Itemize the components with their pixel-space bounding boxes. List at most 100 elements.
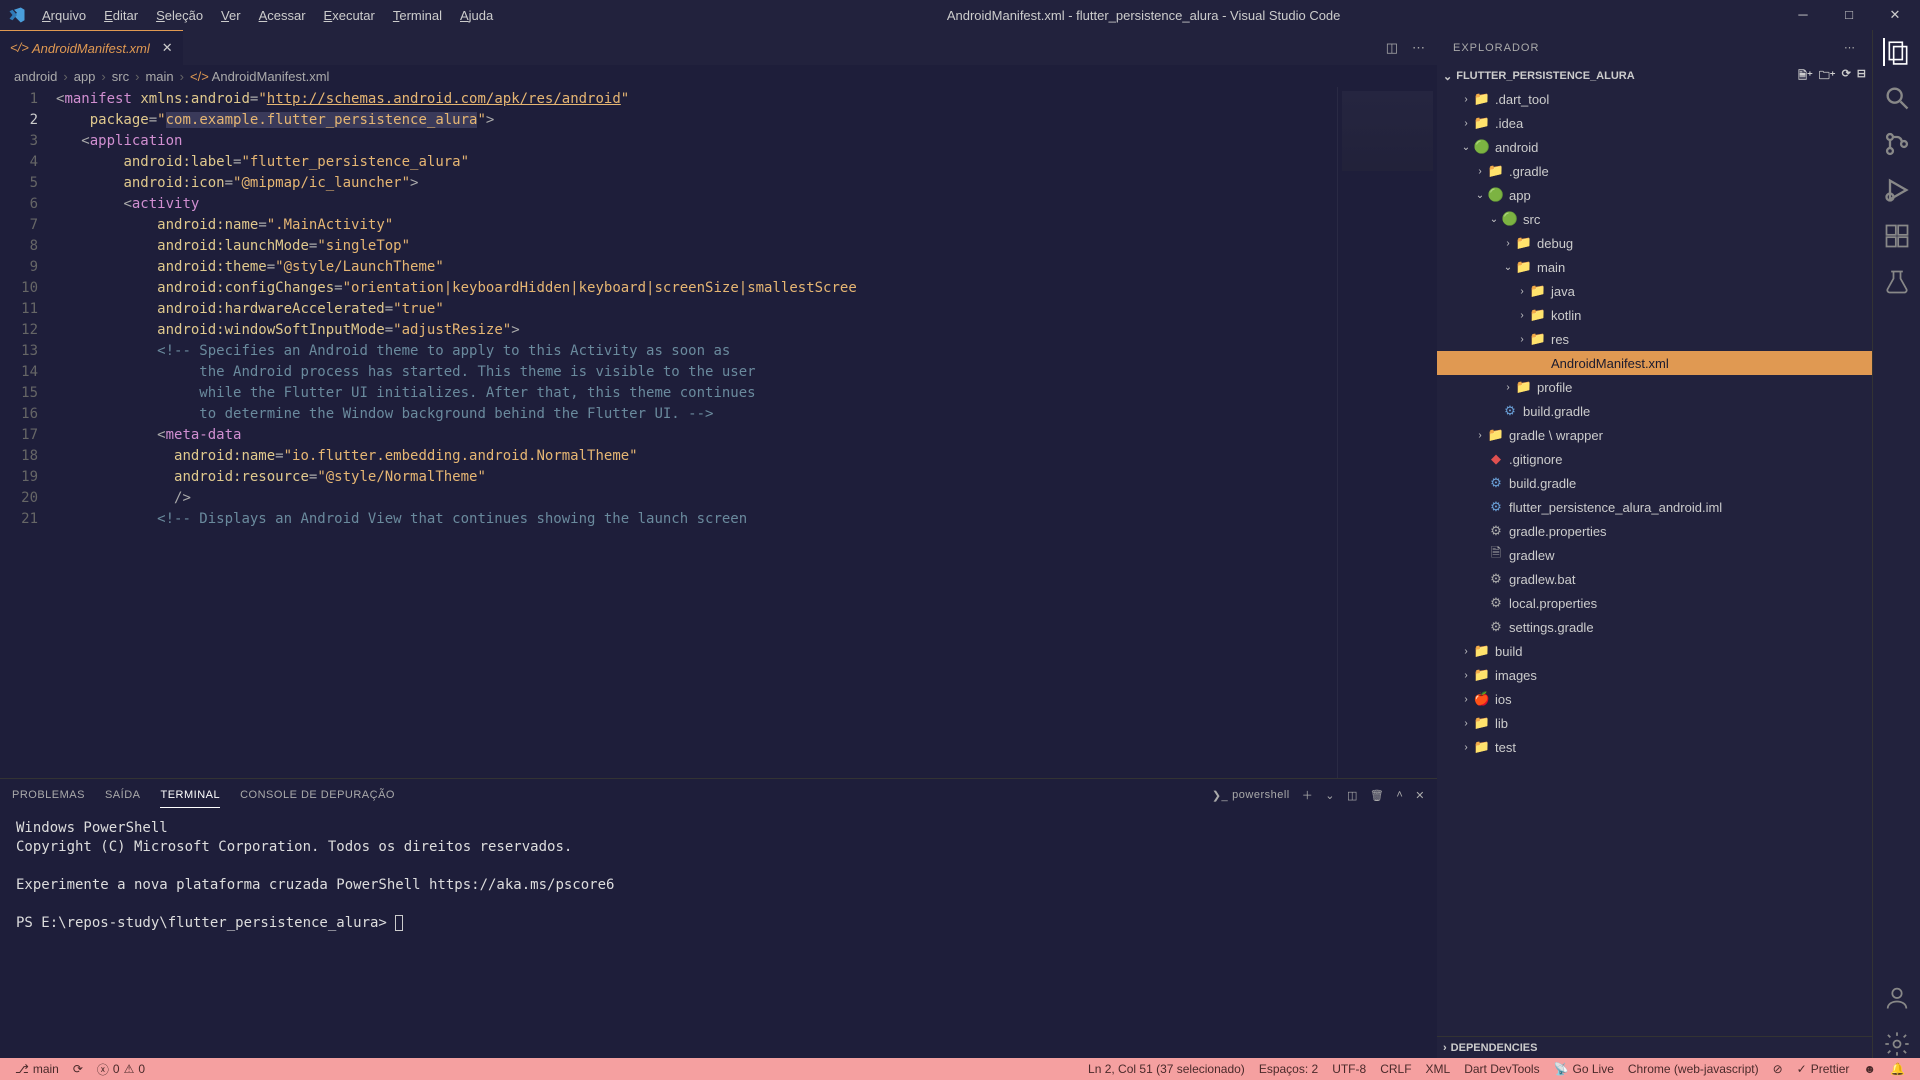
new-file-icon[interactable]: 🗎⁺	[1798, 67, 1813, 86]
testing-icon[interactable]	[1883, 268, 1911, 296]
breadcrumb-segment[interactable]: android	[14, 69, 57, 84]
tree-item-images[interactable]: ›📁images	[1437, 663, 1872, 687]
refresh-icon[interactable]: ⟳	[1842, 67, 1851, 86]
tree-item-build-gradle[interactable]: ⚙build.gradle	[1437, 399, 1872, 423]
terminal-type[interactable]: ❯_ powershell	[1212, 777, 1290, 814]
run-debug-icon[interactable]	[1883, 176, 1911, 204]
source-control-icon[interactable]	[1883, 130, 1911, 158]
tree-item-lib[interactable]: ›📁lib	[1437, 711, 1872, 735]
tree-item-test[interactable]: ›📁test	[1437, 735, 1872, 759]
tree-item-app[interactable]: ⌄🟢app	[1437, 183, 1872, 207]
status-branch[interactable]: ⎇ main	[8, 1062, 66, 1076]
status-tab-icon[interactable]: ⊘	[1766, 1062, 1790, 1076]
tree-item-build-gradle[interactable]: ⚙build.gradle	[1437, 471, 1872, 495]
status-sync[interactable]: ⟳	[66, 1062, 90, 1076]
tree-item-label: android	[1495, 140, 1538, 155]
split-editor-icon[interactable]: ◫	[1386, 40, 1398, 56]
status-dart[interactable]: Dart DevTools	[1457, 1062, 1546, 1076]
search-icon[interactable]	[1883, 84, 1911, 112]
code-editor[interactable]: <manifest xmlns:android="http://schemas.…	[56, 87, 1337, 778]
new-folder-icon[interactable]: 🗀⁺	[1819, 67, 1836, 86]
tree-item-flutter-persistence-alura-android-iml[interactable]: ⚙flutter_persistence_alura_android.iml	[1437, 495, 1872, 519]
tree-item--idea[interactable]: ›📁.idea	[1437, 111, 1872, 135]
status-encoding[interactable]: UTF-8	[1325, 1062, 1373, 1076]
terminal-output[interactable]: Windows PowerShell Copyright (C) Microso…	[0, 811, 1437, 1058]
new-terminal-icon[interactable]: ＋	[1302, 781, 1314, 809]
tree-item--dart-tool[interactable]: ›📁.dart_tool	[1437, 87, 1872, 111]
folder-root-header[interactable]: ⌄ FLUTTER_PERSISTENCE_ALURA 🗎⁺ 🗀⁺ ⟳ ⊟	[1437, 65, 1872, 87]
status-golive[interactable]: 📡 Go Live	[1547, 1062, 1621, 1076]
tree-item-kotlin[interactable]: ›📁kotlin	[1437, 303, 1872, 327]
status-bell-icon[interactable]: 🔔	[1883, 1062, 1912, 1076]
file-tree[interactable]: ›📁.dart_tool›📁.idea⌄🟢android›📁.gradle⌄🟢a…	[1437, 87, 1872, 1036]
file-type-icon: 🗎	[1487, 544, 1505, 566]
status-feedback-icon[interactable]: ☻	[1856, 1062, 1883, 1076]
breadcrumb-segment[interactable]: </> AndroidManifest.xml	[190, 69, 329, 84]
tree-item-java[interactable]: ›📁java	[1437, 279, 1872, 303]
kill-terminal-icon[interactable]: 🗑	[1370, 783, 1384, 808]
tree-item-build[interactable]: ›📁build	[1437, 639, 1872, 663]
close-tab-icon[interactable]: ✕	[162, 40, 173, 56]
tree-item-ios[interactable]: ›🍎ios	[1437, 687, 1872, 711]
extensions-icon[interactable]	[1883, 222, 1911, 250]
status-selection[interactable]: Ln 2, Col 51 (37 selecionado)	[1081, 1062, 1252, 1076]
maximize-button[interactable]: □	[1832, 7, 1866, 23]
menu-arquivo[interactable]: Arquivo	[34, 4, 94, 27]
tree-item--gradle[interactable]: ›📁.gradle	[1437, 159, 1872, 183]
file-type-icon: 🟢	[1501, 211, 1519, 227]
status-lang[interactable]: XML	[1419, 1062, 1458, 1076]
chevron-icon: ⌄	[1487, 214, 1501, 225]
close-button[interactable]: ✕	[1878, 7, 1912, 23]
minimap[interactable]	[1337, 87, 1437, 778]
collapse-all-icon[interactable]: ⊟	[1857, 67, 1866, 86]
tree-item-res[interactable]: ›📁res	[1437, 327, 1872, 351]
menu-editar[interactable]: Editar	[96, 4, 146, 27]
breadcrumb[interactable]: android›app›src›main›</> AndroidManifest…	[0, 65, 1437, 87]
menu-seleção[interactable]: Seleção	[148, 4, 211, 27]
tree-item-local-properties[interactable]: ⚙local.properties	[1437, 591, 1872, 615]
terminal-dropdown-icon[interactable]: ⌄	[1325, 783, 1335, 808]
settings-gear-icon[interactable]	[1883, 1030, 1911, 1058]
minimize-button[interactable]: ─	[1786, 7, 1820, 23]
more-actions-icon[interactable]: ⋯	[1412, 40, 1425, 56]
menu-ajuda[interactable]: Ajuda	[452, 4, 501, 27]
status-problems[interactable]: ⓧ 0 ⚠ 0	[90, 1061, 152, 1078]
status-prettier[interactable]: ✓ Prettier	[1790, 1062, 1857, 1076]
tree-item-gradle-wrapper[interactable]: ›📁gradle \ wrapper	[1437, 423, 1872, 447]
menu-acessar[interactable]: Acessar	[251, 4, 314, 27]
tab-androidmanifest[interactable]: </> AndroidManifest.xml ✕	[0, 30, 183, 65]
tree-item-android[interactable]: ⌄🟢android	[1437, 135, 1872, 159]
tree-item-settings-gradle[interactable]: ⚙settings.gradle	[1437, 615, 1872, 639]
accounts-icon[interactable]	[1883, 984, 1911, 1012]
menu-terminal[interactable]: Terminal	[385, 4, 450, 27]
explorer-icon[interactable]	[1883, 38, 1911, 66]
menu-executar[interactable]: Executar	[316, 4, 383, 27]
close-panel-icon[interactable]: ✕	[1415, 783, 1425, 808]
split-terminal-icon[interactable]: ◫	[1347, 783, 1358, 808]
tree-item-src[interactable]: ⌄🟢src	[1437, 207, 1872, 231]
tree-item-gradlew[interactable]: 🗎 gradlew	[1437, 543, 1872, 567]
explorer-more-icon[interactable]: ⋯	[1844, 42, 1856, 54]
breadcrumb-segment[interactable]: main	[145, 69, 173, 84]
maximize-panel-icon[interactable]: ˄	[1396, 783, 1403, 807]
tree-item-label: gradlew	[1509, 548, 1555, 563]
tree-item-main[interactable]: ⌄📁main	[1437, 255, 1872, 279]
panel-tab-saída[interactable]: SAÍDA	[105, 783, 141, 807]
tree-item-profile[interactable]: ›📁profile	[1437, 375, 1872, 399]
tree-item-label: java	[1551, 284, 1575, 299]
tree-item-androidmanifest-xml[interactable]: AndroidManifest.xml	[1437, 351, 1872, 375]
breadcrumb-segment[interactable]: src	[112, 69, 129, 84]
breadcrumb-segment[interactable]: app	[74, 69, 96, 84]
panel-tab-console-de-depuração[interactable]: CONSOLE DE DEPURAÇÃO	[240, 783, 395, 807]
menu-ver[interactable]: Ver	[213, 4, 249, 27]
status-eol[interactable]: CRLF	[1373, 1062, 1418, 1076]
status-chrome[interactable]: Chrome (web-javascript)	[1621, 1062, 1766, 1076]
tree-item-debug[interactable]: ›📁debug	[1437, 231, 1872, 255]
tree-item--gitignore[interactable]: ◆.gitignore	[1437, 447, 1872, 471]
status-spaces[interactable]: Espaços: 2	[1252, 1062, 1325, 1076]
dependencies-header[interactable]: › DEPENDENCIES	[1437, 1036, 1872, 1058]
panel-tab-problemas[interactable]: PROBLEMAS	[12, 783, 85, 807]
panel-tab-terminal[interactable]: TERMINAL	[160, 783, 220, 808]
tree-item-gradlew-bat[interactable]: ⚙gradlew.bat	[1437, 567, 1872, 591]
tree-item-gradle-properties[interactable]: ⚙gradle.properties	[1437, 519, 1872, 543]
